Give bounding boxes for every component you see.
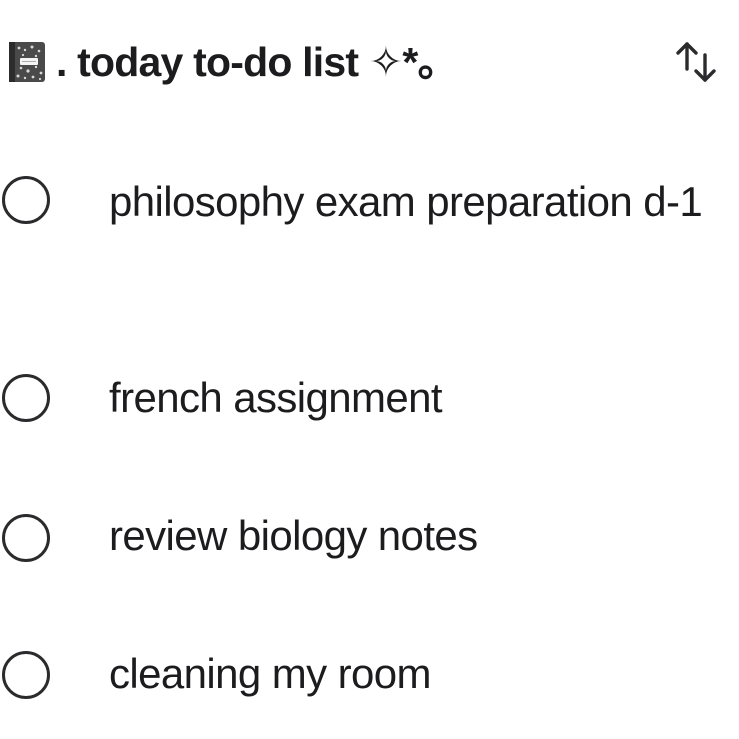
todo-text: review biology notes: [109, 512, 478, 559]
checkbox-circle[interactable]: [2, 514, 50, 562]
checkbox-circle[interactable]: [2, 374, 50, 422]
checkbox-circle[interactable]: [2, 176, 50, 224]
todo-text: cleaning my room: [109, 650, 431, 697]
todo-text: french assignment: [109, 374, 443, 421]
checkbox-circle[interactable]: [2, 651, 50, 699]
todo-list: philosophy exam preparation d-1 french a…: [0, 0, 739, 739]
todo-text: philosophy exam preparation d-1: [109, 178, 703, 225]
